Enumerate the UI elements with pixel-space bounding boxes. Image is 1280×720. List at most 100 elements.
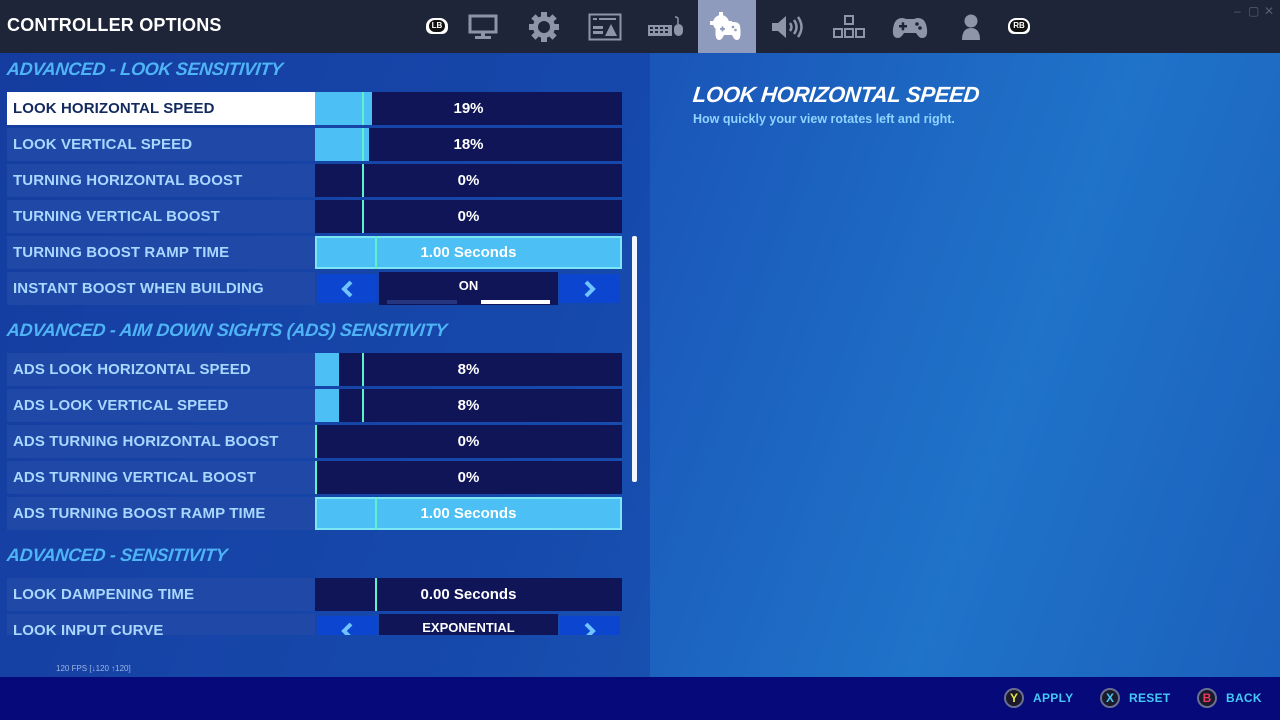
- setting-slider[interactable]: 1.00 Seconds: [315, 497, 622, 530]
- next-option-button[interactable]: [560, 274, 620, 303]
- apply-button[interactable]: Y APPLY: [1004, 687, 1073, 709]
- settings-list[interactable]: ADVANCED - LOOK SENSITIVITY LOOK HORIZONT…: [0, 53, 640, 635]
- monitor-icon: [468, 14, 498, 39]
- setting-row[interactable]: LOOK DAMPENING TIME 0.00 Seconds: [7, 578, 622, 611]
- tab-controller-options[interactable]: [698, 0, 756, 53]
- setting-row[interactable]: ADS TURNING BOOST RAMP TIME 1.00 Seconds: [7, 497, 622, 530]
- slider-value: 0.00 Seconds: [420, 586, 517, 603]
- previous-option-button[interactable]: [317, 274, 377, 303]
- option-value: ON: [458, 278, 479, 293]
- slider-value: 1.00 Seconds: [420, 244, 517, 261]
- slider-value: 18%: [453, 136, 484, 153]
- dpad-icon: [833, 14, 865, 38]
- setting-label: TURNING HORIZONTAL BOOST: [7, 164, 315, 197]
- tab-game[interactable]: [515, 0, 573, 53]
- setting-label: ADS LOOK VERTICAL SPEED: [7, 389, 315, 422]
- setting-label: LOOK INPUT CURVE: [7, 614, 315, 635]
- next-option-button[interactable]: [560, 616, 620, 635]
- setting-label: INSTANT BOOST WHEN BUILDING: [7, 272, 315, 305]
- slider-value: 0%: [457, 172, 480, 189]
- scrollbar[interactable]: [632, 236, 637, 482]
- tab-controller[interactable]: [881, 0, 939, 53]
- setting-slider[interactable]: 0%: [315, 164, 622, 197]
- gamepad-icon: [892, 17, 928, 38]
- section-title: ADVANCED - SENSITIVITY: [6, 545, 229, 565]
- setting-row[interactable]: ADS LOOK VERTICAL SPEED 8%: [7, 389, 622, 422]
- speaker-icon: [772, 15, 803, 38]
- option-value: EXPONENTIAL: [422, 620, 515, 635]
- chevron-right-icon: [584, 280, 596, 297]
- setting-row[interactable]: TURNING VERTICAL BOOST 0%: [7, 200, 622, 233]
- apply-label: APPLY: [1033, 691, 1074, 705]
- tab-keyboard-controls[interactable]: [637, 0, 695, 53]
- setting-slider[interactable]: 8%: [315, 389, 622, 422]
- tab-display[interactable]: [454, 0, 512, 53]
- tab-account[interactable]: [942, 0, 1000, 53]
- detail-title: LOOK HORIZONTAL SPEED: [691, 82, 981, 107]
- setting-toggle[interactable]: ON: [315, 272, 622, 305]
- setting-label: ADS TURNING HORIZONTAL BOOST: [7, 425, 315, 458]
- setting-row[interactable]: TURNING BOOST RAMP TIME 1.00 Seconds: [7, 236, 622, 269]
- setting-row[interactable]: LOOK INPUT CURVE EXPONENTIAL: [7, 614, 622, 635]
- setting-slider[interactable]: 0%: [315, 425, 622, 458]
- setting-label: ADS TURNING VERTICAL BOOST: [7, 461, 315, 494]
- x-button-icon: X: [1100, 688, 1120, 708]
- option-value-box: ON: [379, 272, 558, 305]
- maximize-button[interactable]: ▢: [1248, 4, 1259, 18]
- person-icon: [962, 14, 980, 40]
- keyboard-mouse-icon: [648, 15, 683, 36]
- setting-slider[interactable]: 8%: [315, 353, 622, 386]
- setting-label: TURNING BOOST RAMP TIME: [7, 236, 315, 269]
- back-button[interactable]: B BACK: [1197, 687, 1262, 709]
- previous-option-button[interactable]: [317, 616, 377, 635]
- slider-value: 19%: [453, 100, 484, 117]
- minimize-button[interactable]: –: [1234, 4, 1241, 18]
- close-button[interactable]: ✕: [1264, 4, 1274, 18]
- chevron-left-icon: [341, 622, 353, 635]
- setting-label: LOOK DAMPENING TIME: [7, 578, 315, 611]
- controller-gear-icon: [710, 11, 741, 40]
- top-bar: CONTROLLER OPTIONS LB RB – ▢ ✕: [0, 0, 1280, 53]
- right-bumper-hint[interactable]: RB: [1008, 18, 1030, 34]
- setting-label: LOOK VERTICAL SPEED: [7, 128, 315, 161]
- setting-slider[interactable]: 0.00 Seconds: [315, 578, 622, 611]
- slider-value: 0%: [457, 469, 480, 486]
- option-pip: [387, 300, 457, 304]
- y-button-icon: Y: [1004, 688, 1024, 708]
- setting-row[interactable]: TURNING HORIZONTAL BOOST 0%: [7, 164, 622, 197]
- setting-slider[interactable]: 18%: [315, 128, 622, 161]
- option-pip-active: [480, 300, 550, 304]
- rb-label: RB: [1010, 20, 1028, 32]
- setting-row[interactable]: INSTANT BOOST WHEN BUILDING ON: [7, 272, 622, 305]
- option-pips: [387, 300, 550, 304]
- tab-audio[interactable]: [759, 0, 817, 53]
- back-label: BACK: [1226, 691, 1262, 705]
- reset-button[interactable]: X RESET: [1100, 687, 1171, 709]
- tab-touch-input[interactable]: [820, 0, 878, 53]
- left-bumper-hint[interactable]: LB: [426, 18, 448, 34]
- setting-label: LOOK HORIZONTAL SPEED: [7, 92, 315, 125]
- slider-value: 1.00 Seconds: [420, 505, 517, 522]
- setting-selector[interactable]: EXPONENTIAL: [315, 614, 622, 635]
- gear-icon: [529, 11, 559, 42]
- setting-row[interactable]: LOOK HORIZONTAL SPEED 19%: [7, 92, 622, 125]
- setting-label: ADS LOOK HORIZONTAL SPEED: [7, 353, 315, 386]
- setting-row[interactable]: LOOK VERTICAL SPEED 18%: [7, 128, 622, 161]
- slider-value: 0%: [457, 208, 480, 225]
- setting-row[interactable]: ADS TURNING HORIZONTAL BOOST 0%: [7, 425, 622, 458]
- slider-value: 8%: [457, 397, 480, 414]
- section-title: ADVANCED - LOOK SENSITIVITY: [6, 59, 284, 79]
- tab-brightness[interactable]: [576, 0, 634, 53]
- setting-slider[interactable]: 19%: [315, 92, 622, 125]
- setting-row[interactable]: ADS LOOK HORIZONTAL SPEED 8%: [7, 353, 622, 386]
- setting-slider[interactable]: 0%: [315, 461, 622, 494]
- slider-value: 0%: [457, 433, 480, 450]
- b-button-icon: B: [1197, 688, 1217, 708]
- chevron-left-icon: [341, 280, 353, 297]
- setting-label: ADS TURNING BOOST RAMP TIME: [7, 497, 315, 530]
- footer-bar: Y APPLY X RESET B BACK: [0, 677, 1280, 720]
- setting-row[interactable]: ADS TURNING VERTICAL BOOST 0%: [7, 461, 622, 494]
- setting-slider[interactable]: 1.00 Seconds: [315, 236, 622, 269]
- reset-label: RESET: [1129, 691, 1171, 705]
- setting-slider[interactable]: 0%: [315, 200, 622, 233]
